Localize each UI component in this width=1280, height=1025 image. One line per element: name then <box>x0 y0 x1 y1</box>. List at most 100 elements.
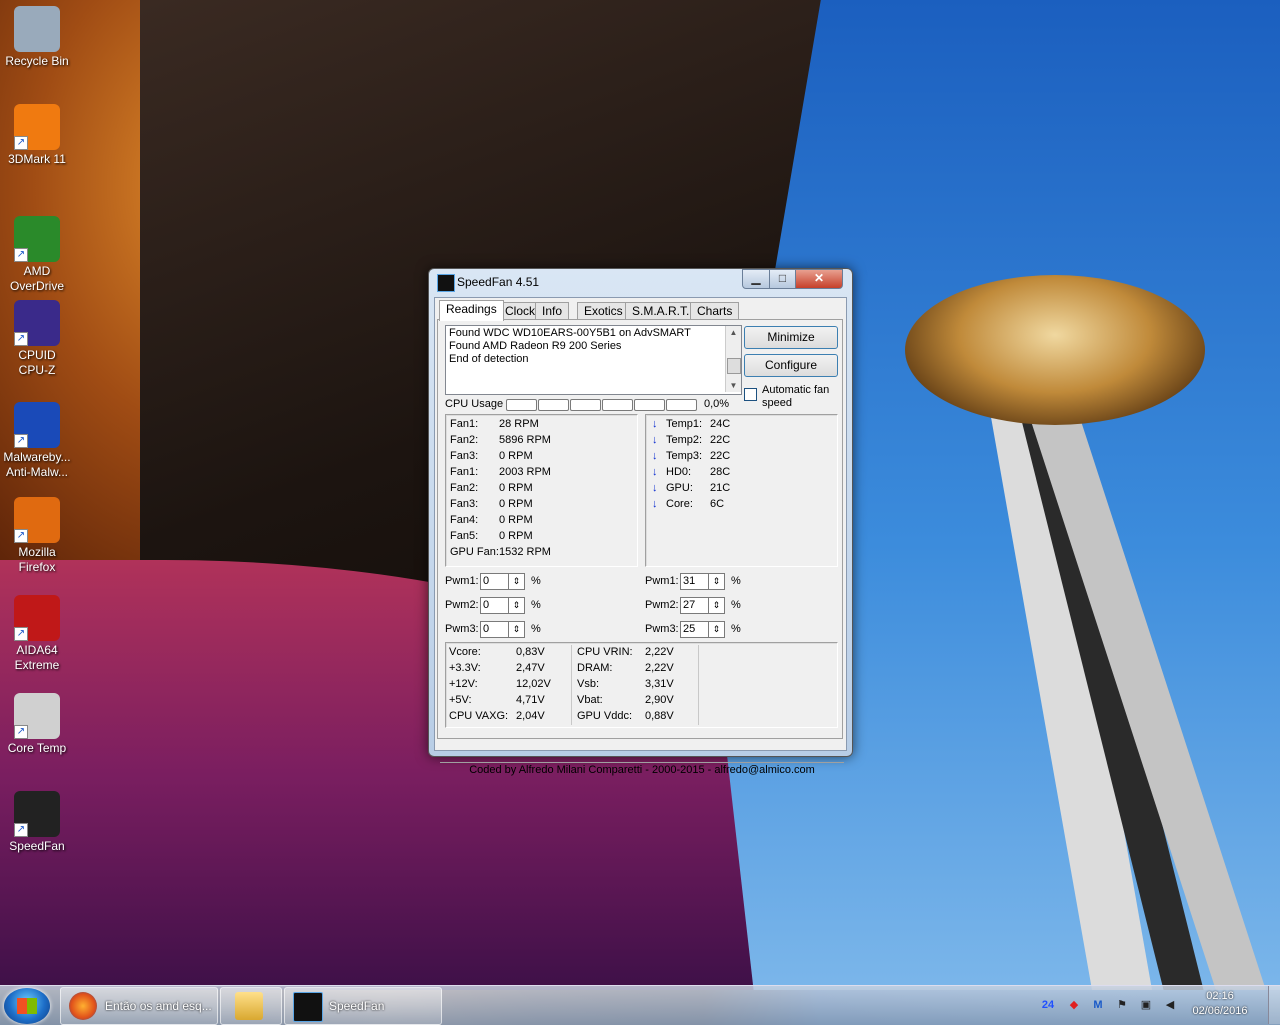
tray-malwarebytes-icon[interactable]: M <box>1090 997 1106 1013</box>
scroll-thumb[interactable] <box>727 358 741 374</box>
down-arrow-icon: ↓ <box>652 418 658 430</box>
voltage-name: GPU Vddc: <box>577 710 633 722</box>
desktop-icon-label: AMD OverDrive <box>9 264 64 293</box>
down-arrow-icon: ↓ <box>652 450 658 462</box>
desktop-icon-cpuz[interactable]: CPUID CPU-Z <box>2 300 72 378</box>
taskbar-item-firefox[interactable]: Então os amd esq... <box>60 987 218 1025</box>
desktop-icon-label: SpeedFan <box>9 839 65 853</box>
show-desktop-button[interactable] <box>1268 986 1280 1024</box>
cpu-core-bar <box>666 399 697 411</box>
voltage-name: CPU VAXG: <box>449 710 509 722</box>
desktop-icon-core-temp[interactable]: Core Temp <box>2 693 72 756</box>
tray-speedfan-temp-icon[interactable]: 24 <box>1040 997 1056 1013</box>
windows-logo-icon <box>17 998 37 1014</box>
cpu-core-bar <box>538 399 569 411</box>
title-bar[interactable]: SpeedFan 4.51 ▁ □ ✕ <box>429 269 852 295</box>
temperature-name: Temp3: <box>666 450 703 462</box>
fan-name: Fan2: <box>450 434 479 446</box>
taskbar-item-speedfan[interactable]: SpeedFan <box>284 987 442 1025</box>
cpu-usage-value: 0,0% <box>704 398 730 410</box>
spinner-icon[interactable]: ⇕ <box>508 597 525 614</box>
window-maximize-button[interactable]: □ <box>769 269 796 289</box>
pwm-right-2-input[interactable]: 27 <box>680 597 710 614</box>
spinner-icon[interactable]: ⇕ <box>508 573 525 590</box>
scroll-down-icon[interactable]: ▼ <box>726 379 741 392</box>
tray-action-center-icon[interactable]: ⚑ <box>1114 997 1130 1013</box>
temperature-value: 6C <box>710 498 725 510</box>
tab-charts[interactable]: Charts <box>690 302 740 320</box>
tab-smart[interactable]: S.M.A.R.T. <box>625 302 697 320</box>
speedfan-app-icon <box>437 274 455 292</box>
cpuz-icon <box>14 300 60 346</box>
desktop-icon-label: 3DMark 11 <box>8 152 66 166</box>
desktop-icon-3dmark[interactable]: 3DMark 11 <box>2 104 72 167</box>
temperature-value: 28C <box>710 466 731 478</box>
aida64-icon <box>14 595 60 641</box>
pwm-left-1-input[interactable]: 0 <box>480 573 510 590</box>
automatic-fan-speed-label: Automatic fan speed <box>762 384 830 409</box>
fan-name: Fan5: <box>450 530 479 542</box>
voltage-separator <box>698 645 699 725</box>
fan-value: 2003 RPM <box>499 466 551 478</box>
desktop-icon-aida64[interactable]: AIDA64 Extreme <box>2 595 72 673</box>
pwm-left-3-input[interactable]: 0 <box>480 621 510 638</box>
fan-name: Fan2: <box>450 482 479 494</box>
spinner-icon[interactable]: ⇕ <box>708 621 725 638</box>
clock-time: 02:16 <box>1206 990 1234 1002</box>
desktop-icon-label: Core Temp <box>7 741 67 755</box>
fan-name: GPU Fan: <box>450 546 499 558</box>
percent-label: % <box>731 623 741 635</box>
scroll-up-icon[interactable]: ▲ <box>726 326 741 339</box>
desktop-icon-malwarebytes[interactable]: Malwareby... Anti-Malw... <box>2 402 72 480</box>
voltage-value: 2,90V <box>645 694 674 706</box>
pwm-label: Pwm3: <box>645 623 679 635</box>
configure-button[interactable]: Configure <box>744 354 838 377</box>
spinner-icon[interactable]: ⇕ <box>708 597 725 614</box>
tab-exotics[interactable]: Exotics <box>577 302 630 320</box>
desktop-icon-firefox[interactable]: Mozilla Firefox <box>2 497 72 575</box>
tray-network-icon[interactable]: ▣ <box>1138 997 1154 1013</box>
tab-info[interactable]: Info <box>535 302 570 320</box>
speedfan-icon <box>14 791 60 837</box>
voltage-value: 12,02V <box>516 678 551 690</box>
window-minimize-button[interactable]: ▁ <box>742 269 770 289</box>
temperature-readings-box: ↓ Temp1: 24C ↓ Temp2: 22C ↓ Temp3: 22C ↓ HD0: 28C ↓ G… <box>645 414 838 567</box>
window-close-button[interactable]: ✕ <box>795 269 843 289</box>
taskbar-item-explorer[interactable] <box>220 987 282 1025</box>
voltage-name: +5V: <box>449 694 472 706</box>
pwm-right-3-input[interactable]: 25 <box>680 621 710 638</box>
start-button[interactable] <box>4 988 50 1024</box>
voltage-value: 2,22V <box>645 662 674 674</box>
spinner-icon[interactable]: ⇕ <box>508 621 525 638</box>
window-title: SpeedFan 4.51 <box>457 275 540 289</box>
fan-value: 5896 RPM <box>499 434 551 446</box>
percent-label: % <box>531 623 541 635</box>
log-scrollbar[interactable]: ▲ ▼ <box>725 326 741 392</box>
fan-name: Fan1: <box>450 466 479 478</box>
detection-log[interactable]: Found WDC WD10EARS-00Y5B1 on AdvSMART Fo… <box>445 325 742 395</box>
voltage-name: CPU VRIN: <box>577 646 633 658</box>
percent-label: % <box>731 599 741 611</box>
spinner-icon[interactable]: ⇕ <box>708 573 725 590</box>
temperature-value: 24C <box>710 418 731 430</box>
temperature-value: 21C <box>710 482 731 494</box>
tab-readings[interactable]: Readings <box>439 300 504 321</box>
window-client: Readings Clock Info Exotics S.M.A.R.T. C… <box>434 297 847 776</box>
desktop-icon-amd-overdrive[interactable]: AMD OverDrive <box>2 216 72 294</box>
firefox-icon <box>69 992 97 1020</box>
temperature-name: Temp2: <box>666 434 703 446</box>
fan-value: 0 RPM <box>499 530 533 542</box>
minimize-button[interactable]: Minimize <box>744 326 838 349</box>
tray-volume-icon[interactable]: ◀ <box>1162 997 1178 1013</box>
desktop-icon-label: Recycle Bin <box>5 54 69 68</box>
automatic-fan-speed-checkbox[interactable] <box>744 388 757 401</box>
desktop-icon-speedfan[interactable]: SpeedFan <box>2 791 72 854</box>
percent-label: % <box>731 575 741 587</box>
pwm-right-1-input[interactable]: 31 <box>680 573 710 590</box>
pwm-left-2-input[interactable]: 0 <box>480 597 510 614</box>
taskbar-clock[interactable]: 02:16 02/06/2016 <box>1180 989 1260 1019</box>
fan-value: 0 RPM <box>499 482 533 494</box>
fan-value: 28 RPM <box>499 418 539 430</box>
tray-amd-icon[interactable]: ◆ <box>1066 997 1082 1013</box>
desktop-icon-recycle-bin[interactable]: Recycle Bin <box>2 6 72 69</box>
